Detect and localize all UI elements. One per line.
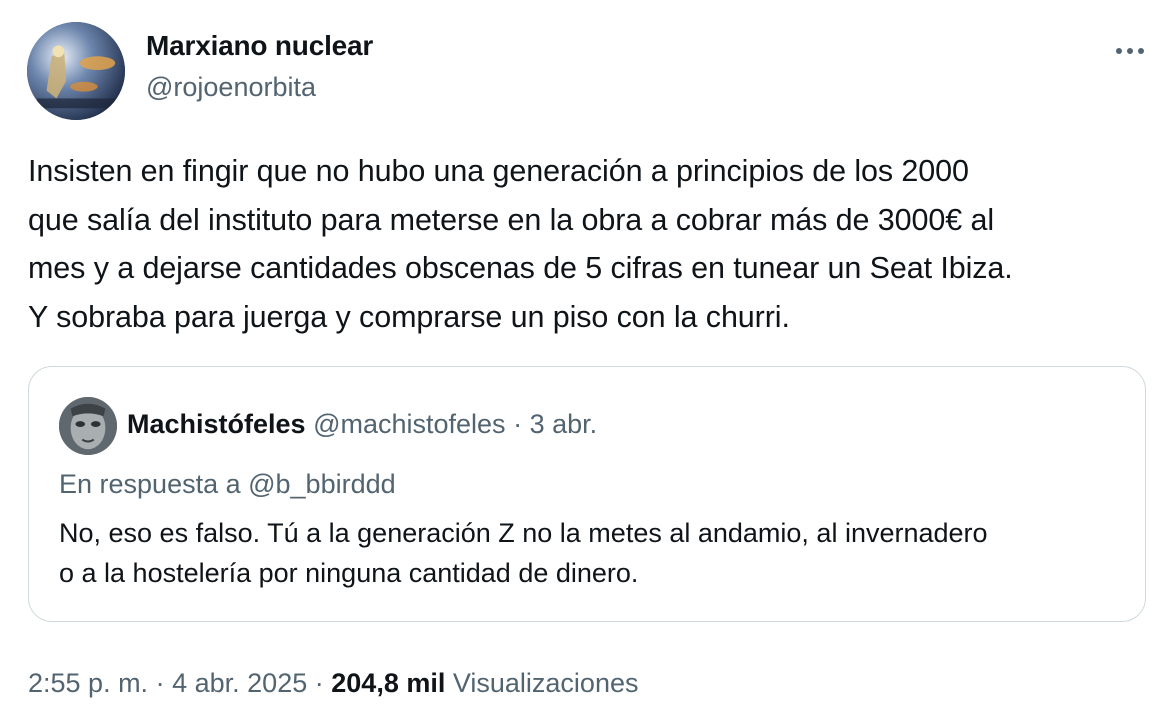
more-horizontal-icon [1127, 48, 1133, 54]
quote-author-handle[interactable]: @machistofeles [313, 409, 505, 439]
space-art-avatar-icon [27, 22, 125, 120]
tweet-date[interactable]: 4 abr. 2025 [172, 668, 307, 698]
quote-text-line: No, eso es falso. Tú a la generación Z n… [59, 518, 988, 548]
separator-dot: · [513, 409, 523, 439]
reply-context: En respuesta a @b_bbirddd [59, 469, 396, 499]
quote-date[interactable]: 3 abr. [530, 409, 598, 439]
tweet-text: Insisten en fingir que no hubo una gener… [28, 147, 1148, 341]
views-label[interactable]: Visualizaciones [453, 668, 639, 698]
tweet-text-line: Insisten en fingir que no hubo una gener… [28, 154, 969, 188]
quote-text-line: o a la hostelería por ninguna cantidad d… [59, 558, 639, 588]
face-avatar-icon [59, 397, 117, 455]
tweet-text-line: que salía del instituto para meterse en … [28, 202, 995, 237]
separator-dot: · [155, 668, 165, 698]
author-handle[interactable]: @rojoenorbita [146, 72, 316, 103]
quote-header: Machistófeles @machistofeles · 3 abr. [127, 407, 597, 441]
tweet-meta: 2:55 p. m. · 4 abr. 2025 · 204,8 mil Vis… [28, 665, 638, 701]
author-avatar[interactable] [27, 22, 125, 120]
quote-author-name[interactable]: Machistófeles [127, 409, 306, 439]
author-display-name[interactable]: Marxiano nuclear [146, 30, 373, 62]
more-horizontal-icon [1138, 48, 1144, 54]
more-options-button[interactable] [1110, 36, 1150, 66]
views-count[interactable]: 204,8 mil [331, 668, 445, 698]
quoted-tweet-card[interactable]: Machistófeles @machistofeles · 3 abr. En… [28, 366, 1146, 622]
more-horizontal-icon [1116, 48, 1122, 54]
separator-dot: · [314, 668, 324, 698]
tweet-time[interactable]: 2:55 p. m. [28, 668, 148, 698]
quote-author-avatar[interactable] [59, 397, 117, 455]
tweet-text-line: mes y a dejarse cantidades obscenas de 5… [28, 251, 1013, 285]
quote-text: No, eso es falso. Tú a la generación Z n… [59, 513, 1129, 593]
tweet-text-line: Y sobraba para juerga y comprarse un pis… [28, 299, 790, 334]
